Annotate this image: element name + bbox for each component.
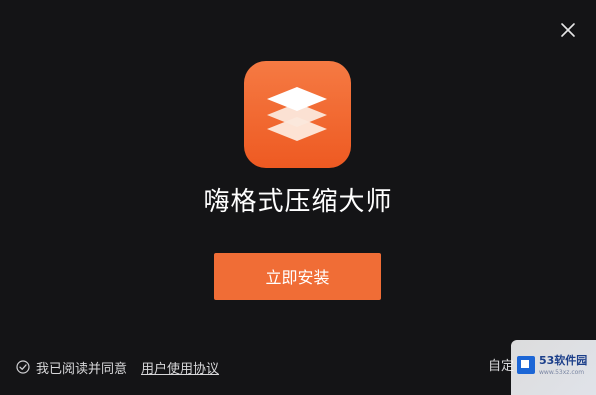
installer-window: 嗨格式压缩大师 立即安装 我已阅读并同意 用户使用协议 自定 53软件园 www…: [0, 0, 596, 395]
close-button[interactable]: [558, 20, 578, 40]
watermark-subtext: www.53xz.com: [539, 369, 585, 376]
watermark-logo-icon: [517, 356, 535, 374]
agreement-text: 我已阅读并同意: [36, 361, 128, 377]
site-watermark: 53软件园 www.53xz.com: [511, 340, 596, 395]
agreement-row: 我已阅读并同意 用户使用协议: [16, 357, 219, 377]
close-icon: [561, 23, 575, 37]
watermark-text: 53软件园: [539, 354, 588, 367]
app-title: 嗨格式压缩大师: [203, 187, 393, 217]
install-now-button[interactable]: 立即安装: [214, 253, 381, 300]
user-agreement-link[interactable]: 用户使用协议: [141, 358, 219, 377]
check-circle-icon[interactable]: [16, 360, 30, 374]
app-logo-icon: [244, 61, 351, 168]
